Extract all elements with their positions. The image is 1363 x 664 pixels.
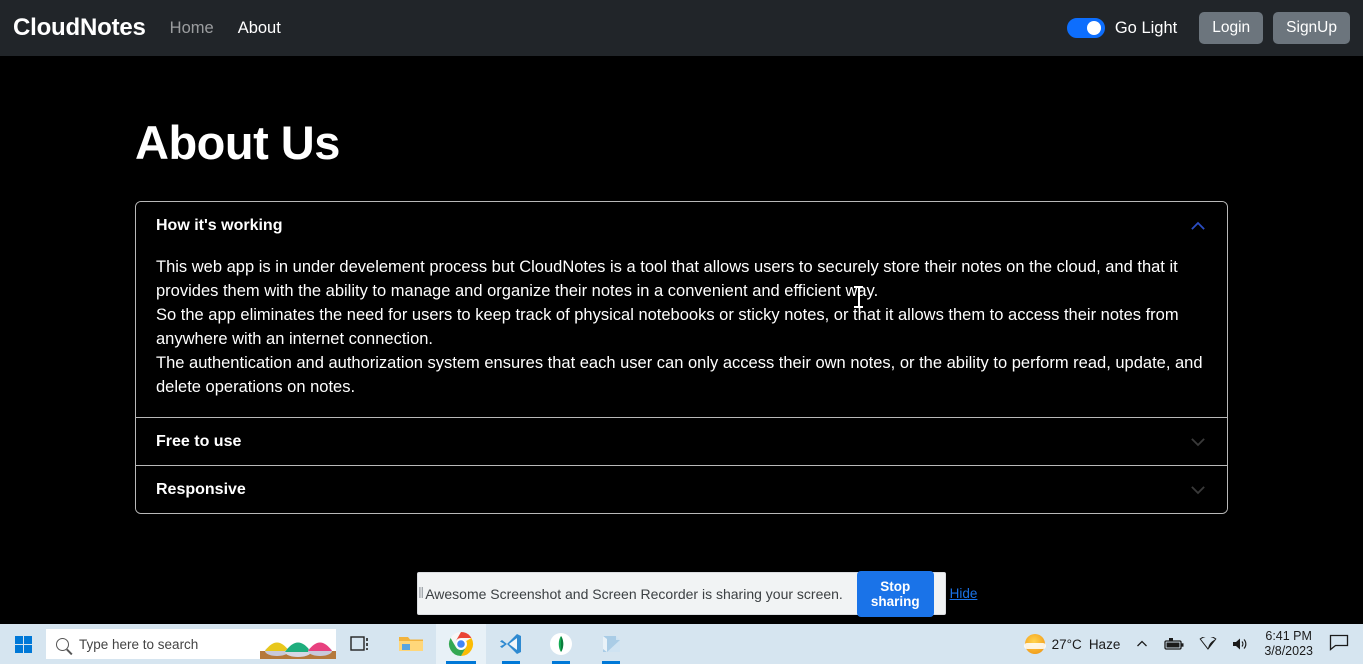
notepad-icon[interactable] xyxy=(586,624,636,664)
accordion-item-free-to-use: Free to use xyxy=(136,417,1227,465)
navbar-right: Go Light Login SignUp xyxy=(1066,12,1350,44)
screen: CloudNotes Home About Go Light Login Sig… xyxy=(0,0,1363,664)
clock[interactable]: 6:41 PM 3/8/2023 xyxy=(1256,629,1321,659)
accordion-paragraph-2: So the app eliminates the need for users… xyxy=(156,306,1179,348)
show-hidden-icons-chevron-up-icon[interactable] xyxy=(1128,637,1156,651)
accordion-item-how-its-working: How it's working This web app is in unde… xyxy=(136,202,1227,417)
accordion-title: How it's working xyxy=(156,217,283,234)
chevron-down-icon[interactable] xyxy=(1189,433,1207,451)
brand-logo[interactable]: CloudNotes xyxy=(13,14,146,42)
accordion-paragraph-3: The authentication and authorization sys… xyxy=(156,354,1203,396)
page-content: About Us How it's working This web app i… xyxy=(0,56,1363,514)
search-icon xyxy=(56,637,69,651)
screen-sharing-bar: ‖ Awesome Screenshot and Screen Recorder… xyxy=(417,570,977,617)
accordion-title: Free to use xyxy=(156,433,242,450)
weather-widget[interactable]: 27°C Haze xyxy=(1017,634,1129,654)
chevron-up-icon[interactable] xyxy=(1189,217,1207,235)
theme-toggle-label: Go Light xyxy=(1114,18,1178,37)
start-button[interactable] xyxy=(0,624,46,664)
wifi-icon[interactable] xyxy=(1192,637,1224,651)
theme-switch[interactable] xyxy=(1066,18,1105,38)
navbar: CloudNotes Home About Go Light Login Sig… xyxy=(0,0,1363,56)
accordion-header-how-its-working[interactable]: How it's working xyxy=(136,202,1227,249)
windows-logo-icon xyxy=(14,635,32,653)
battery-icon[interactable] xyxy=(1156,637,1192,651)
accordion: How it's working This web app is in unde… xyxy=(135,201,1228,514)
stop-sharing-button[interactable]: Stop sharing xyxy=(856,570,934,617)
drag-handle-icon[interactable]: ‖ xyxy=(418,585,425,602)
theme-toggle[interactable]: Go Light xyxy=(1066,18,1178,38)
accordion-header-free-to-use[interactable]: Free to use xyxy=(136,418,1227,465)
weather-temperature: 27°C xyxy=(1051,636,1082,652)
clock-date: 3/8/2023 xyxy=(1264,644,1313,658)
signup-button[interactable]: SignUp xyxy=(1273,12,1350,44)
accordion-title: Responsive xyxy=(156,481,246,498)
page-title: About Us xyxy=(135,116,340,169)
search-placeholder: Type here to search xyxy=(79,636,199,652)
accordion-item-responsive: Responsive xyxy=(136,465,1227,513)
mongodb-compass-icon[interactable] xyxy=(536,624,586,664)
nav-link-home[interactable]: Home xyxy=(170,19,214,38)
sharing-message: Awesome Screenshot and Screen Recorder i… xyxy=(425,585,843,602)
notifications-icon[interactable] xyxy=(1321,633,1359,656)
task-view-button[interactable] xyxy=(336,624,386,664)
search-input[interactable]: Type here to search xyxy=(46,629,336,659)
accordion-body-how-its-working: This web app is in under develement proc… xyxy=(136,249,1227,417)
system-tray: 27°C Haze 6:41 PM 3/8/2023 xyxy=(1017,624,1363,664)
haze-sun-icon xyxy=(1023,634,1046,654)
accordion-header-responsive[interactable]: Responsive xyxy=(136,466,1227,513)
accordion-paragraph-1: This web app is in under develement proc… xyxy=(156,258,1178,300)
file-explorer-icon[interactable] xyxy=(386,624,436,664)
hide-link[interactable]: Hide xyxy=(950,586,978,601)
search-decoration-image xyxy=(260,629,336,659)
chevron-down-icon[interactable] xyxy=(1189,481,1207,499)
clock-time: 6:41 PM xyxy=(1265,629,1312,643)
google-chrome-icon[interactable] xyxy=(436,624,486,664)
login-button[interactable]: Login xyxy=(1199,12,1264,44)
switch-knob xyxy=(1086,21,1101,35)
volume-icon[interactable] xyxy=(1224,637,1256,651)
visual-studio-code-icon[interactable] xyxy=(486,624,536,664)
taskbar: Type here to search 27°C Haze 6:41 PM 3/… xyxy=(0,624,1363,664)
weather-condition: Haze xyxy=(1088,636,1121,652)
nav-link-about[interactable]: About xyxy=(238,19,281,38)
nav-links: Home About xyxy=(170,19,281,38)
